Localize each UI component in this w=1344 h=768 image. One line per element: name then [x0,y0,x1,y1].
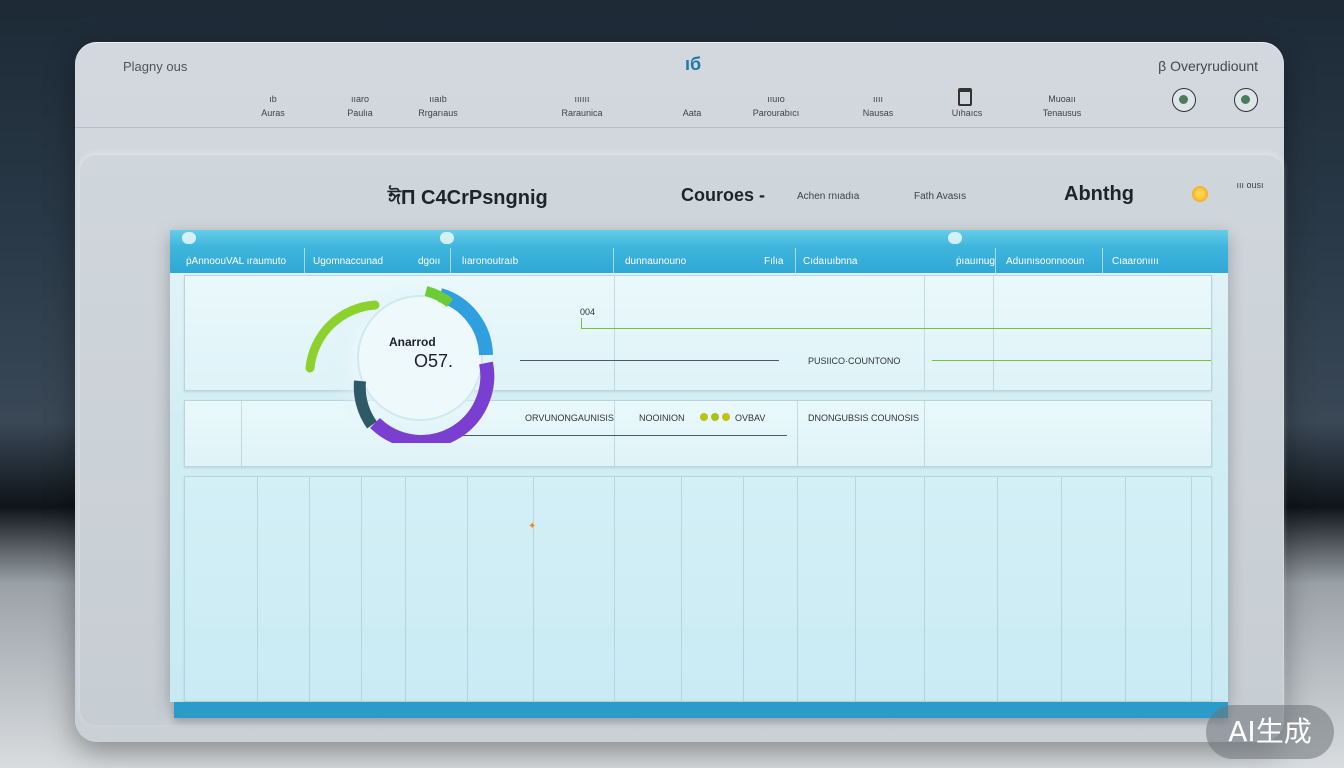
window-handle-left[interactable] [182,232,196,244]
column-divider[interactable] [995,248,996,273]
column-gridline [405,477,406,701]
column-gridline [1125,477,1126,701]
column-gridline [797,477,798,701]
progress-line [932,360,1211,361]
nav-item-9[interactable]: Muoaıı Tenausus [1017,92,1107,120]
column-header-7[interactable]: Cıdaıuıbnna [803,256,858,267]
column-gridline [1061,477,1062,701]
sun-icon[interactable] [1192,186,1208,202]
column-gridline [361,477,362,701]
nav-item-2[interactable]: ııaro Paulıa [315,92,405,120]
faith-link[interactable]: Fath Avasıs [914,191,966,202]
column-gridline [924,477,925,701]
corner-label: ııı ousı [1236,180,1264,190]
nav-item-5[interactable]: Aata [647,92,737,120]
gauge-label: Anarrod [389,335,436,349]
column-gridline [997,477,998,701]
row2-label-c: OVBAV [735,413,766,423]
nav-item-1[interactable]: ıb Auras [228,92,318,120]
row2-label-a: ORVUNONGAUNISIS [525,413,614,423]
column-divider[interactable] [795,248,796,273]
nav-item-6[interactable]: ııuıo Parourabıcı [731,92,821,120]
column-gridline [614,276,615,390]
column-gridline [924,401,925,466]
row1-status-text: PUSIICO·COUNTONO [808,356,901,366]
row2-label-b: NOOINION [639,413,685,423]
column-divider[interactable] [1102,248,1103,273]
column-gridline [467,477,468,701]
app-title: ঈΠ C4CrPsngnig [388,187,548,209]
column-gridline [681,477,682,701]
column-gridline [743,477,744,701]
column-divider[interactable] [304,248,305,273]
column-gridline [797,401,798,466]
status-dot [722,413,730,421]
row2-label-d: DNONGUBSIS COUNOSIS [808,413,920,423]
column-header-3[interactable]: dgoıı [418,256,440,267]
column-header-8[interactable]: ṗıauınug [956,256,995,267]
nav-item-7[interactable]: ıııı Nausas [833,92,923,120]
table-header: ṗAnnoouVAL ıraumuto Ugomnaccunad dgoıı l… [170,230,1228,273]
column-gridline [257,477,258,701]
account-menu[interactable]: β Overyrudiount [1158,58,1258,74]
brand-logo-icon[interactable]: ıб [679,54,707,78]
column-gridline [855,477,856,701]
ai-generated-watermark: AI生成 [1206,705,1334,759]
cursor-icon: ✦ [528,521,537,532]
column-header-1[interactable]: ṗAnnoouVAL ıraumuto [186,256,286,267]
column-gridline [533,477,534,701]
column-gridline [993,276,994,390]
progress-line [581,328,1211,329]
avatar-icon[interactable] [1234,88,1258,112]
nav-item-4[interactable]: ıııııı Raraunica [537,92,627,120]
courses-heading[interactable]: Couroes - [681,185,765,206]
globe-icon[interactable] [1172,88,1196,112]
brand-name[interactable]: Plagny ous [123,59,187,74]
column-header-10[interactable]: Cıaaronıııı [1112,256,1159,267]
nav-item-8[interactable]: Uıhaıcs [922,92,1012,120]
action-link[interactable]: Achen rnıadıa [797,191,859,202]
column-gridline [1191,477,1192,701]
column-header-5[interactable]: dunnaunouno [625,256,686,267]
progress-gauge[interactable] [300,283,495,443]
gauge-value: O57. [414,351,454,371]
table-row[interactable] [184,476,1212,702]
column-header-6[interactable]: Fılıa [764,256,783,267]
column-gridline [614,401,615,466]
section-heading: Abnthg [1064,183,1134,205]
column-header-2[interactable]: Ugomnaccunad [313,256,383,267]
progress-line [454,435,787,436]
column-gridline [614,477,615,701]
column-gridline [241,401,242,466]
window-handle-mid[interactable] [440,232,454,244]
window-handle-right[interactable] [948,232,962,244]
column-header-4[interactable]: lıaronoutraıb [462,256,518,267]
column-gridline [924,276,925,390]
column-gridline [309,477,310,701]
column-divider[interactable] [613,248,614,273]
row1-tick-label: 004 [580,307,596,317]
column-header-9[interactable]: Aduınısoonnooun [1006,256,1084,267]
top-navigation-bar: Plagny ous ıб β Overyrudiount ıb Auras ı… [75,42,1284,128]
nav-item-3[interactable]: ııaıb Rrgarıaus [393,92,483,120]
window-footer-bar [174,702,1228,718]
progress-line [520,360,779,361]
column-divider[interactable] [450,248,451,273]
status-dot [711,413,719,421]
status-dot [700,413,708,421]
progress-line-tick [581,318,582,328]
